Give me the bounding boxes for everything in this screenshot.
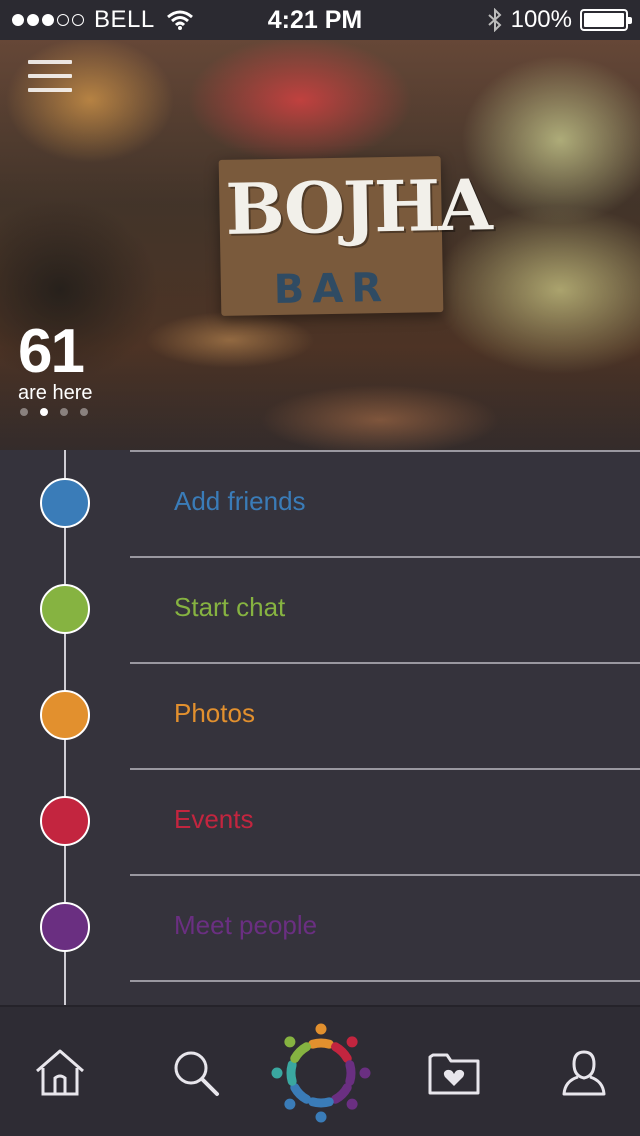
page-dot[interactable]	[60, 408, 68, 416]
menu-item-separator	[130, 662, 640, 664]
tab-profile[interactable]	[544, 1007, 624, 1136]
menu-item-label: Meet people	[174, 910, 318, 940]
page-dot[interactable]	[80, 408, 88, 416]
menu-hamburger-icon[interactable]	[28, 60, 72, 92]
favorites-folder-icon	[428, 1053, 480, 1094]
tab-bar	[0, 1005, 640, 1136]
community-ring-icon	[271, 1023, 371, 1122]
menu-item-separator	[130, 874, 640, 876]
tab-home[interactable]	[20, 1007, 100, 1136]
bluetooth-icon	[487, 8, 502, 32]
attendee-count-label: are here	[18, 382, 93, 404]
venue-hero[interactable]: BOJHA BAR 61 are here	[0, 40, 640, 450]
home-icon	[36, 1049, 84, 1095]
menu-item-dot	[40, 796, 90, 846]
wifi-icon	[166, 10, 193, 30]
tab-community[interactable]	[262, 1007, 380, 1136]
search-icon	[174, 1051, 219, 1096]
signal-strength-icon	[12, 14, 84, 26]
menu-item[interactable]: Start chat	[0, 556, 640, 662]
menu-item-dot	[40, 584, 90, 634]
venue-menu: Add friends Start chat Photos Events Meet pe…	[0, 450, 640, 1005]
menu-item-label: Photos	[174, 698, 255, 728]
page-indicator[interactable]	[20, 408, 88, 416]
menu-item-label: Add friends	[174, 486, 306, 516]
menu-item-label: Start chat	[174, 592, 286, 622]
tab-search[interactable]	[156, 1007, 236, 1136]
menu-item-separator	[130, 450, 640, 452]
menu-item[interactable]: Add friends	[0, 450, 640, 556]
battery-level	[584, 13, 624, 27]
menu-item-label: Events	[174, 804, 254, 834]
battery-percent: 100%	[510, 6, 572, 33]
menu-item-separator	[130, 768, 640, 770]
attendee-count: 61 are here	[18, 317, 93, 405]
status-bar: BELL 4:21 PM 100%	[0, 0, 640, 40]
profile-icon	[562, 1049, 606, 1095]
battery-icon	[580, 9, 632, 31]
menu-item[interactable]: Events	[0, 768, 640, 874]
menu-item[interactable]: Meet people	[0, 874, 640, 980]
status-left: BELL	[12, 6, 232, 34]
menu-item-dot	[40, 690, 90, 740]
menu-item-dot	[40, 902, 90, 952]
page-dot[interactable]	[20, 408, 28, 416]
status-right: 100%	[408, 6, 632, 34]
venue-logo-subtitle: BAR	[273, 264, 391, 314]
menu-end-separator	[0, 980, 640, 982]
status-time: 4:21 PM	[267, 5, 363, 34]
venue-logo: BOJHA BAR	[218, 156, 492, 316]
menu-item-dot	[40, 478, 90, 528]
page-dot[interactable]	[40, 408, 48, 416]
menu-item-separator	[130, 556, 640, 558]
venue-logo-title: BOJHA	[224, 163, 492, 251]
menu-item[interactable]: Photos	[0, 662, 640, 768]
carrier-name: BELL	[94, 6, 155, 33]
tab-favorites[interactable]	[414, 1007, 494, 1136]
attendee-count-number: 61	[18, 317, 85, 386]
